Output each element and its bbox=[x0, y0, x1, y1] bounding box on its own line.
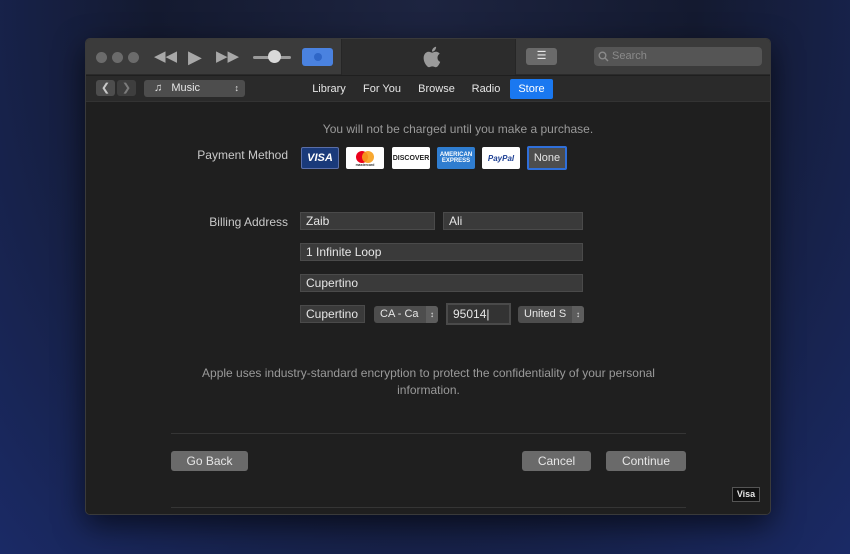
volume-knob[interactable] bbox=[268, 50, 281, 63]
chevron-left-icon: ❮ bbox=[100, 82, 111, 94]
airplay-icon bbox=[313, 53, 322, 61]
fast-forward-icon[interactable]: ▶▶ bbox=[216, 47, 239, 67]
tab-browse[interactable]: Browse bbox=[414, 79, 459, 99]
play-icon[interactable]: ▶ bbox=[188, 47, 202, 67]
chevron-right-icon: ❯ bbox=[121, 82, 132, 94]
first-name-field[interactable]: Zaib bbox=[300, 212, 435, 230]
airplay-button[interactable] bbox=[302, 48, 333, 66]
svg-text:mastercard: mastercard bbox=[356, 163, 375, 167]
tab-radio[interactable]: Radio bbox=[468, 79, 504, 99]
back-arrow-button[interactable]: ❮ bbox=[96, 80, 115, 96]
media-kind-label: Music bbox=[171, 82, 201, 94]
visa-card-button[interactable]: VISA bbox=[301, 147, 339, 169]
updown-chevron-icon: ↕ bbox=[572, 306, 584, 323]
mastercard-icon: mastercard bbox=[356, 151, 375, 167]
cancel-button[interactable]: Cancel bbox=[522, 451, 591, 471]
apple-logo-icon bbox=[423, 46, 441, 68]
payment-form: You will not be charged until you make a… bbox=[86, 103, 770, 514]
divider bbox=[171, 433, 686, 434]
title-bar: ◀◀ ▶ ▶▶ ☰ Search bbox=[86, 39, 770, 75]
privacy-notice: Apple uses industry-standard encryption … bbox=[202, 366, 655, 397]
state-value: CA - Ca bbox=[380, 308, 419, 320]
zip-value: 95014 bbox=[453, 307, 487, 321]
media-kind-select[interactable]: ♫ Music ↕ bbox=[144, 80, 245, 97]
search-input[interactable]: Search bbox=[594, 47, 762, 66]
paypal-card-button[interactable]: PayPal bbox=[482, 147, 520, 169]
country-select[interactable]: United S ↕ bbox=[518, 306, 584, 323]
zoom-window-button[interactable] bbox=[128, 52, 139, 63]
payment-method-label: Payment Method bbox=[197, 148, 288, 162]
state-select[interactable]: CA - Ca ↕ bbox=[374, 306, 438, 323]
up-next-list-button[interactable]: ☰ bbox=[526, 48, 557, 65]
continue-button[interactable]: Continue bbox=[606, 451, 686, 471]
search-placeholder: Search bbox=[612, 50, 647, 62]
minimize-window-button[interactable] bbox=[112, 52, 123, 63]
list-icon: ☰ bbox=[536, 50, 547, 62]
divider bbox=[171, 507, 686, 508]
country-value: United S bbox=[524, 308, 567, 320]
no-payment-button[interactable]: None bbox=[527, 146, 567, 170]
street-field[interactable]: 1 Infinite Loop bbox=[300, 243, 583, 261]
close-window-button[interactable] bbox=[96, 52, 107, 63]
tab-for-you[interactable]: For You bbox=[360, 79, 404, 99]
city-field[interactable]: Cupertino bbox=[300, 305, 365, 323]
updown-chevron-icon: ↕ bbox=[234, 83, 240, 93]
forward-arrow-button[interactable]: ❯ bbox=[117, 80, 136, 96]
tab-store[interactable]: Store bbox=[510, 79, 553, 99]
status-display bbox=[341, 39, 516, 75]
text-cursor: | bbox=[486, 307, 490, 321]
charge-notice: You will not be charged until you make a… bbox=[322, 122, 594, 136]
updown-chevron-icon: ↕ bbox=[426, 306, 438, 323]
itunes-window: ◀◀ ▶ ▶▶ ☰ Search ❮ ❯ ♫ Music ↕ Library F… bbox=[85, 38, 771, 515]
address-line-2-field[interactable]: Cupertino bbox=[300, 274, 583, 292]
visa-badge: Visa bbox=[732, 487, 760, 502]
tab-library[interactable]: Library bbox=[308, 79, 350, 99]
navigation-bar: ❮ ❯ ♫ Music ↕ Library For You Browse Rad… bbox=[86, 76, 770, 102]
billing-address-label: Billing Address bbox=[209, 215, 288, 229]
rewind-icon[interactable]: ◀◀ bbox=[154, 47, 177, 67]
amex-card-button[interactable]: AMERICAN EXPRESS bbox=[437, 147, 475, 169]
discover-card-button[interactable]: DISCOVER bbox=[392, 147, 430, 169]
last-name-field[interactable]: Ali bbox=[443, 212, 583, 230]
search-icon bbox=[598, 51, 609, 62]
zip-field[interactable]: 95014| bbox=[446, 303, 511, 325]
go-back-button[interactable]: Go Back bbox=[171, 451, 248, 471]
music-note-icon: ♫ bbox=[154, 82, 163, 94]
mastercard-card-button[interactable]: mastercard bbox=[346, 147, 384, 169]
